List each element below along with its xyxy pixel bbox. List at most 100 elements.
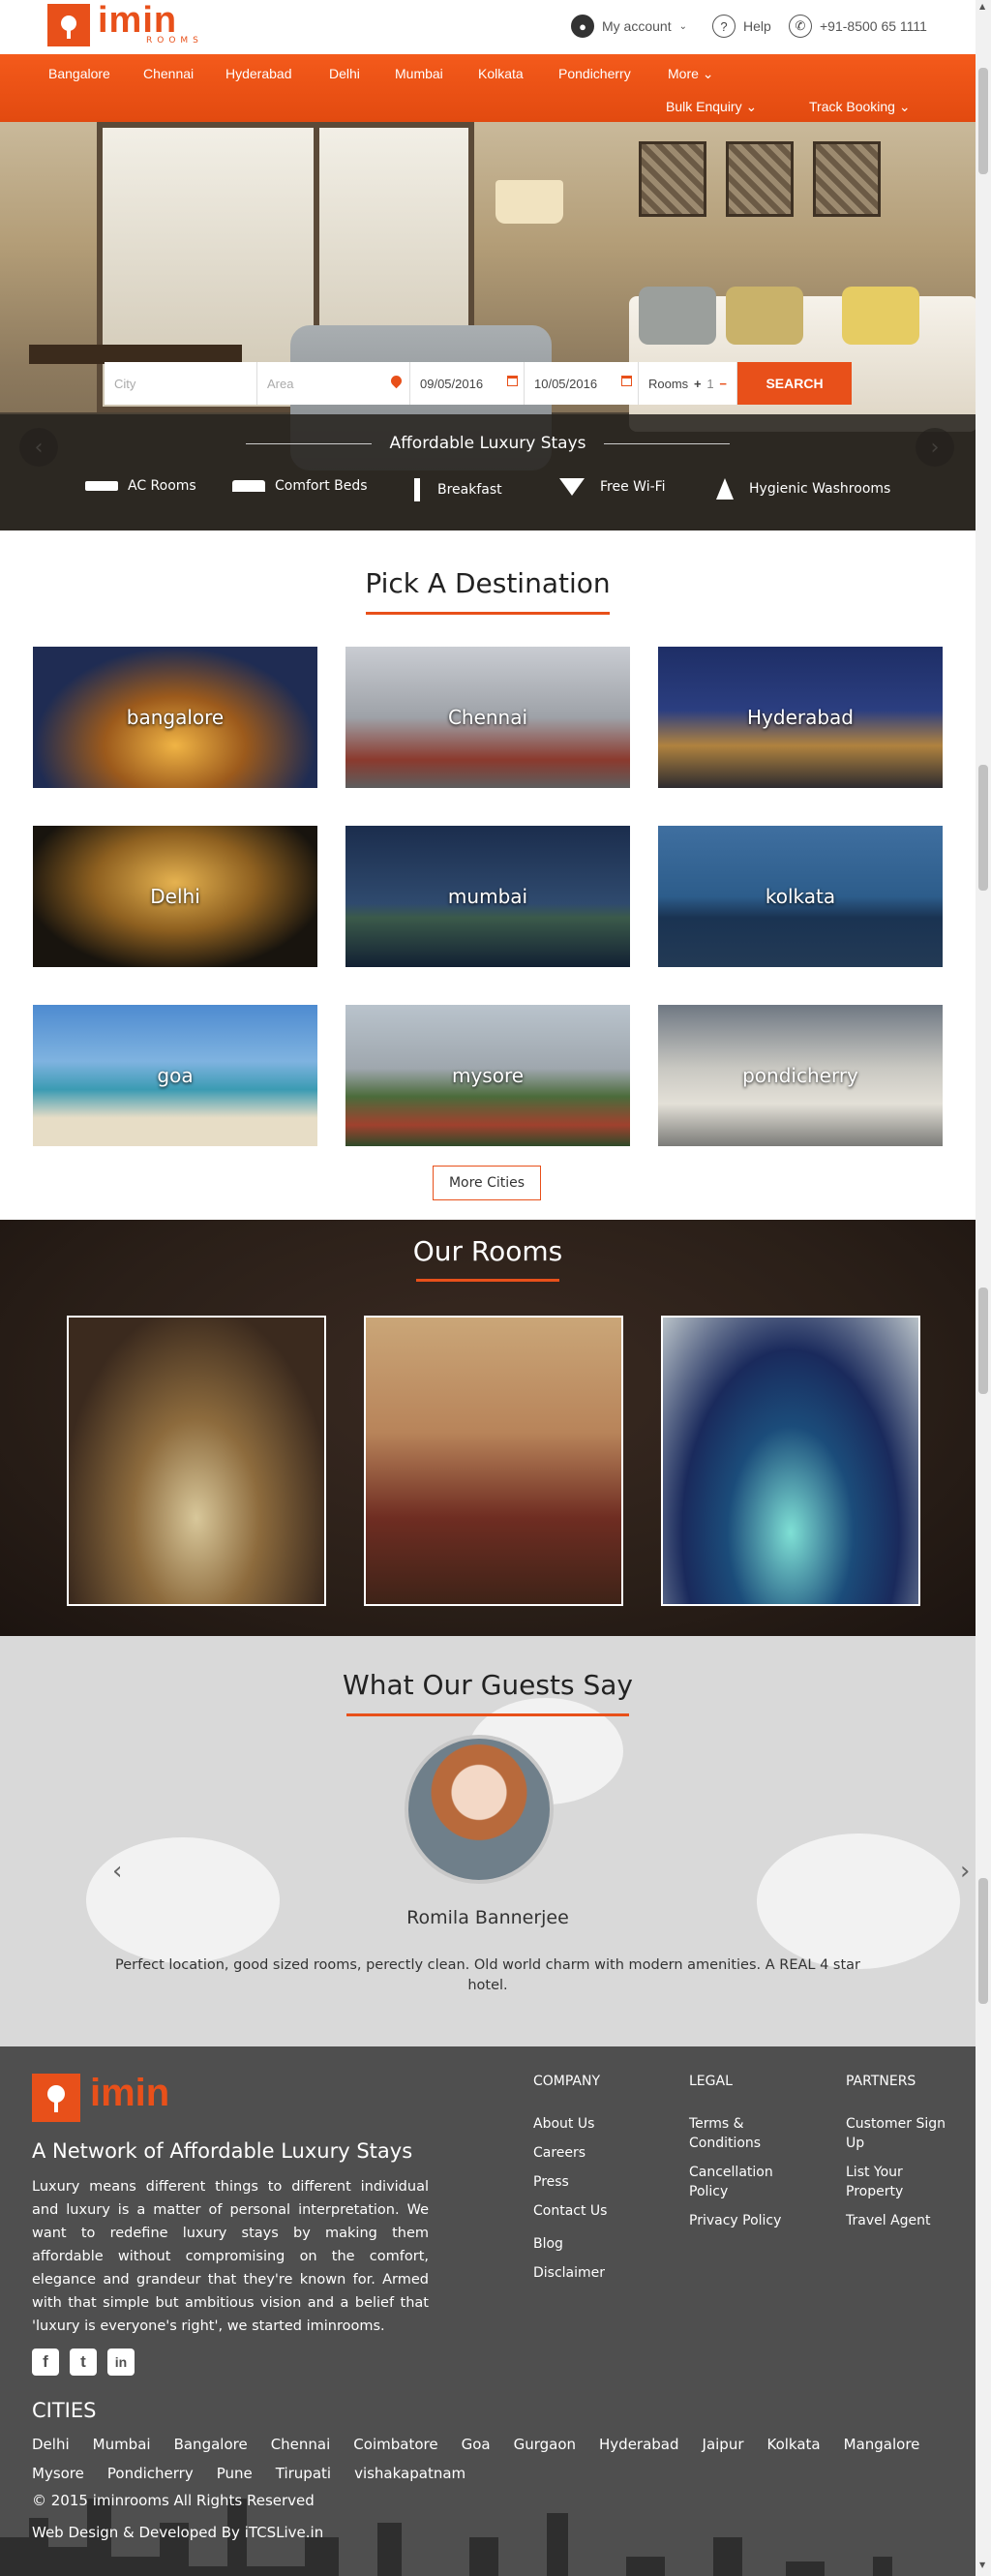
amenity-breakfast: Breakfast	[414, 478, 502, 501]
footer-city-link[interactable]: Kolkata	[767, 2436, 821, 2453]
track-booking-menu[interactable]: Track Booking ⌄	[809, 99, 911, 115]
nav-more-menu[interactable]: More ⌄	[668, 66, 714, 82]
footer-link-blog[interactable]: Blog	[533, 2234, 563, 2254]
more-cities-button[interactable]: More Cities	[433, 1166, 541, 1200]
footer-city-link[interactable]: Bangalore	[174, 2436, 248, 2453]
phone-number: +91-8500 65 1111	[820, 18, 927, 34]
footer-link-about-us[interactable]: About Us	[533, 2114, 594, 2134]
destination-label: Hyderabad	[747, 706, 854, 729]
footer-city-link[interactable]: Mysore	[32, 2465, 84, 2482]
footer-city-link[interactable]: Hyderabad	[599, 2436, 679, 2453]
scroll-down-icon[interactable]: ▼	[979, 2561, 985, 2569]
nav-city-delhi[interactable]: Delhi	[329, 66, 360, 81]
destination-label: bangalore	[127, 706, 224, 729]
checkin-date-input[interactable]: 09/05/2016	[410, 362, 525, 405]
footer-link-cancellation[interactable]: Cancellation Policy	[689, 2163, 805, 2201]
destination-label: mumbai	[448, 885, 527, 908]
destination-card-chennai[interactable]: Chennai	[345, 647, 630, 788]
phone-link[interactable]: ✆ +91-8500 65 1111	[789, 14, 927, 39]
rooms-count: 1	[706, 377, 713, 391]
area-input[interactable]: Area	[257, 362, 410, 405]
room-image-bedroom[interactable]	[364, 1316, 623, 1606]
top-header: imin ROOMS ● My account ⌄ ? Help ✆ +91-8…	[0, 0, 976, 54]
footer-city-link[interactable]: Pondicherry	[107, 2465, 194, 2482]
amenity-label: Comfort Beds	[275, 478, 368, 494]
testimonial-next-arrow[interactable]: ›	[960, 1857, 970, 1886]
footer-link-disclaimer[interactable]: Disclaimer	[533, 2263, 605, 2283]
title-underline	[346, 1713, 629, 1716]
nav-city-chennai[interactable]: Chennai	[143, 66, 194, 81]
city-placeholder: City	[114, 377, 135, 391]
my-account-menu[interactable]: ● My account ⌄	[571, 14, 687, 39]
scroll-thumb[interactable]	[978, 1288, 988, 1394]
footer-city-link[interactable]: Chennai	[271, 2436, 331, 2453]
developer-credit[interactable]: Web Design & Developed By iTCSLive.in	[32, 2524, 323, 2541]
nav-city-hyderabad[interactable]: Hyderabad	[225, 66, 292, 81]
help-link[interactable]: ? Help	[712, 14, 771, 39]
footer-link-press[interactable]: Press	[533, 2172, 569, 2192]
nav-city-mumbai[interactable]: Mumbai	[395, 66, 443, 81]
footer-city-link[interactable]: Goa	[462, 2436, 491, 2453]
footer-link-contact-us[interactable]: Contact Us	[533, 2201, 607, 2221]
page-scrollbar[interactable]: ▲ ▼	[976, 0, 991, 2576]
footer-link-terms[interactable]: Terms & Conditions	[689, 2114, 805, 2153]
scroll-thumb[interactable]	[978, 68, 988, 174]
facebook-icon[interactable]: f	[32, 2349, 59, 2376]
footer-city-link[interactable]: Gurgaon	[514, 2436, 576, 2453]
destination-card-kolkata[interactable]: kolkata	[658, 826, 943, 967]
footer-city-link[interactable]: Mangalore	[844, 2436, 920, 2453]
destination-card-pondicherry[interactable]: pondicherry	[658, 1005, 943, 1146]
rooms-plus-button[interactable]: +	[694, 377, 702, 391]
linkedin-icon[interactable]: in	[107, 2349, 135, 2376]
amenity-wifi: Free Wi-Fi	[559, 478, 666, 496]
footer-city-link[interactable]: Delhi	[32, 2436, 70, 2453]
footer-link-list-property[interactable]: List Your Property	[846, 2163, 952, 2201]
footer-link-travel-agent[interactable]: Travel Agent	[846, 2211, 931, 2230]
footer-city-link[interactable]: Pune	[217, 2465, 253, 2482]
testimonial-prev-arrow[interactable]: ‹	[112, 1857, 122, 1886]
user-icon: ●	[571, 15, 594, 38]
footer-link-privacy[interactable]: Privacy Policy	[689, 2211, 781, 2230]
location-pin-icon	[389, 374, 405, 389]
imin-logo[interactable]: imin ROOMS	[47, 4, 195, 48]
rooms-minus-button[interactable]: −	[719, 377, 727, 391]
key-icon	[47, 4, 90, 46]
destination-card-delhi[interactable]: Delhi	[33, 826, 317, 967]
room-image-lounge[interactable]	[67, 1316, 326, 1606]
footer-cities-row: Delhi Mumbai Bangalore Chennai Coimbator…	[32, 2436, 943, 2453]
rooms-title: Our Rooms	[0, 1235, 976, 1267]
search-button[interactable]: SEARCH	[737, 362, 852, 405]
calendar-icon	[621, 376, 632, 386]
city-input[interactable]: City	[105, 362, 257, 405]
scroll-up-icon[interactable]: ▲	[979, 2, 985, 11]
room-image-washroom[interactable]	[661, 1316, 920, 1606]
scroll-thumb[interactable]	[978, 765, 988, 891]
footer-description: Luxury means different things to differe…	[32, 2175, 429, 2338]
footer-city-link[interactable]: Jaipur	[703, 2436, 744, 2453]
footer-link-customer-signup[interactable]: Customer Sign Up	[846, 2114, 952, 2153]
bulk-enquiry-label: Bulk Enquiry	[666, 99, 742, 114]
nav-city-bangalore[interactable]: Bangalore	[48, 66, 110, 81]
bulk-enquiry-menu[interactable]: Bulk Enquiry ⌄	[666, 99, 757, 115]
amenity-label: Free Wi-Fi	[600, 479, 666, 495]
amenity-label: AC Rooms	[128, 478, 196, 494]
destination-card-mumbai[interactable]: mumbai	[345, 826, 630, 967]
destination-card-goa[interactable]: goa	[33, 1005, 317, 1146]
nav-city-pondicherry[interactable]: Pondicherry	[558, 66, 631, 81]
footer-city-link[interactable]: Coimbatore	[353, 2436, 437, 2453]
footer-city-link[interactable]: Tirupati	[276, 2465, 331, 2482]
destination-card-hyderabad[interactable]: Hyderabad	[658, 647, 943, 788]
hero-pillow	[726, 287, 803, 345]
twitter-icon[interactable]: t	[70, 2349, 97, 2376]
wifi-icon	[559, 478, 585, 496]
scroll-thumb[interactable]	[978, 1878, 988, 2004]
destination-card-mysore[interactable]: mysore	[345, 1005, 630, 1146]
footer-city-link[interactable]: vishakapatnam	[354, 2465, 465, 2482]
hero-wall-art	[813, 141, 881, 217]
footer-city-link[interactable]: Mumbai	[93, 2436, 151, 2453]
guest-name: Romila Bannerjee	[0, 1907, 976, 1928]
checkout-date-input[interactable]: 10/05/2016	[525, 362, 639, 405]
footer-link-careers[interactable]: Careers	[533, 2143, 586, 2163]
destination-card-bangalore[interactable]: bangalore	[33, 647, 317, 788]
nav-city-kolkata[interactable]: Kolkata	[478, 66, 524, 81]
